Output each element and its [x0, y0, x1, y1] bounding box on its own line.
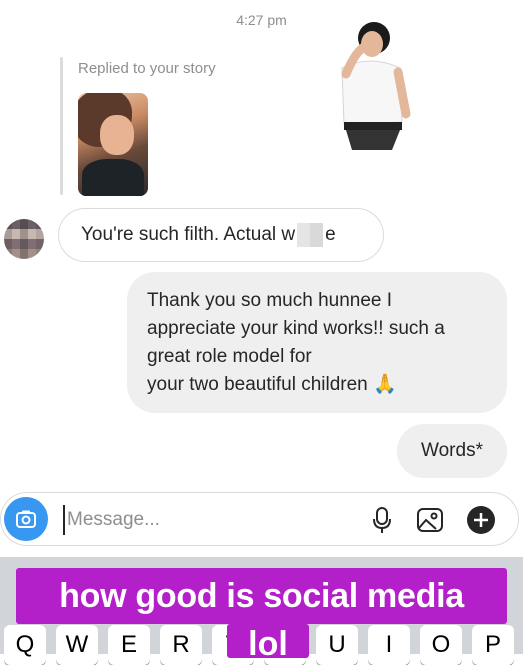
praying-hands-emoji: 🙏: [373, 374, 397, 395]
plus-icon: [467, 506, 495, 534]
outgoing-correction-bubble[interactable]: Words*: [397, 424, 507, 478]
microphone-icon: [373, 507, 391, 533]
keyboard-key-w[interactable]: W: [56, 625, 98, 665]
outgoing-message-line-text: your two beautiful children: [147, 374, 368, 395]
keyboard-key-u[interactable]: U: [316, 625, 358, 665]
incoming-message-text-start: You're such filth. Actual w: [81, 224, 296, 245]
keyboard-key-q[interactable]: Q: [4, 625, 46, 665]
keyboard-key-r[interactable]: R: [160, 625, 202, 665]
keyboard-key-p[interactable]: P: [472, 625, 514, 665]
camera-icon: [16, 510, 36, 528]
story-thumbnail[interactable]: [78, 93, 148, 196]
message-composer: [0, 492, 519, 546]
caption-overlay-line2: lol: [227, 624, 309, 663]
story-top-shape: [82, 159, 144, 196]
outgoing-message-bubble[interactable]: Thank you so much hunnee I appreciate yo…: [127, 272, 507, 413]
outgoing-message-line: great role model for: [147, 346, 312, 367]
image-icon: [417, 508, 443, 532]
sender-avatar[interactable]: [4, 219, 44, 259]
correction-text: Words*: [421, 440, 483, 461]
pixelated-censor-block: [297, 223, 324, 247]
outgoing-message-line-last: your two beautiful children 🙏: [147, 371, 487, 399]
keyboard-key-o[interactable]: O: [420, 625, 462, 665]
story-face-shape: [100, 115, 134, 155]
microphone-button[interactable]: [367, 505, 397, 535]
timestamp: 4:27 pm: [236, 12, 287, 28]
more-options-button[interactable]: [466, 505, 496, 535]
keyboard-key-e[interactable]: E: [108, 625, 150, 665]
outgoing-message-line: appreciate your kind works!! such a: [147, 318, 445, 339]
keyboard-key-i[interactable]: I: [368, 625, 410, 665]
person-sticker-image: [341, 22, 411, 150]
camera-button[interactable]: [4, 497, 48, 541]
outgoing-message-line: Thank you so much hunnee I: [147, 290, 393, 311]
reply-indicator-bar: [60, 57, 63, 195]
reply-caption: Replied to your story: [78, 60, 216, 77]
gallery-button[interactable]: [415, 505, 445, 535]
caption-overlay-line1: how good is social media: [16, 568, 507, 624]
incoming-message-text-end: e: [325, 224, 336, 245]
incoming-message-bubble[interactable]: You're such filth. Actual w e: [58, 208, 384, 262]
message-input[interactable]: [63, 505, 349, 535]
